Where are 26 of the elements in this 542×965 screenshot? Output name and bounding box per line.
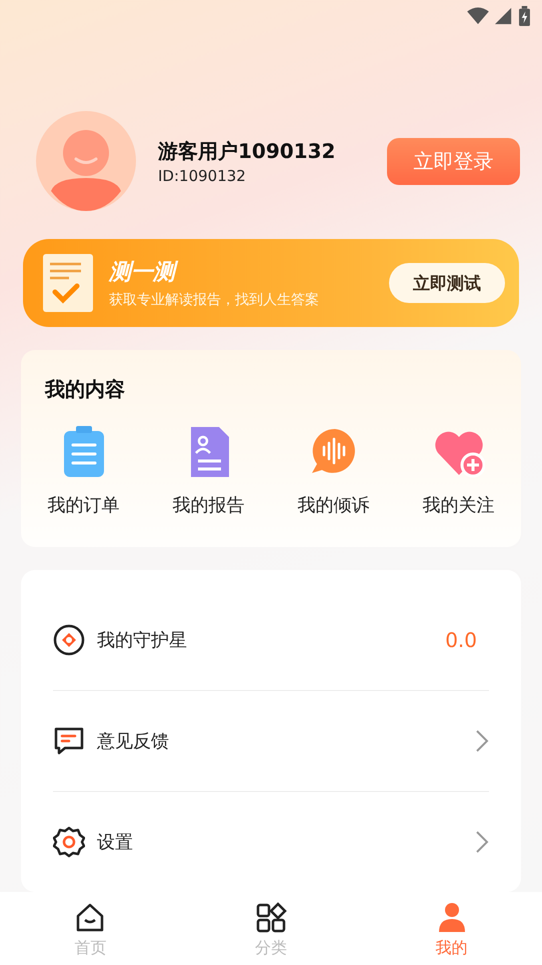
menu-item[interactable]: 设置 (97, 830, 475, 854)
banner-subtitle: 获取专业解读报告，找到人生答案 (109, 291, 320, 310)
grid-icon (255, 902, 287, 934)
signal-icon (495, 7, 513, 26)
menu-item[interactable]: 我的守护星 (97, 628, 446, 652)
content-item[interactable]: 我的倾诉 (298, 492, 370, 517)
banner-title: 测一测 (109, 257, 389, 288)
test-banner[interactable]: 测一测 获取专业解读报告，找到人生答案 立即测试 (23, 239, 519, 327)
settings-icon (53, 826, 85, 858)
content-item[interactable]: 我的关注 (422, 492, 494, 517)
content-item[interactable]: 我的订单 (48, 492, 120, 517)
user-id: ID:1090132 (158, 166, 247, 185)
battery-icon (519, 6, 530, 26)
home-icon (74, 902, 106, 934)
target-icon (53, 624, 85, 656)
user-name: 游客用户1090132 (158, 138, 336, 165)
checklist-icon (41, 252, 95, 314)
chevron-icon (475, 728, 489, 753)
start-test-button[interactable]: 立即测试 (389, 263, 505, 304)
menu-item[interactable]: 意见反馈 (97, 728, 475, 753)
content-item[interactable]: 我的报告 (172, 492, 244, 517)
wifi-icon (467, 7, 489, 26)
avatar-icon (36, 111, 136, 212)
menu-value: 0.0 (445, 628, 477, 652)
chevron-icon (475, 830, 489, 854)
section-title: 我的内容 (45, 376, 126, 403)
